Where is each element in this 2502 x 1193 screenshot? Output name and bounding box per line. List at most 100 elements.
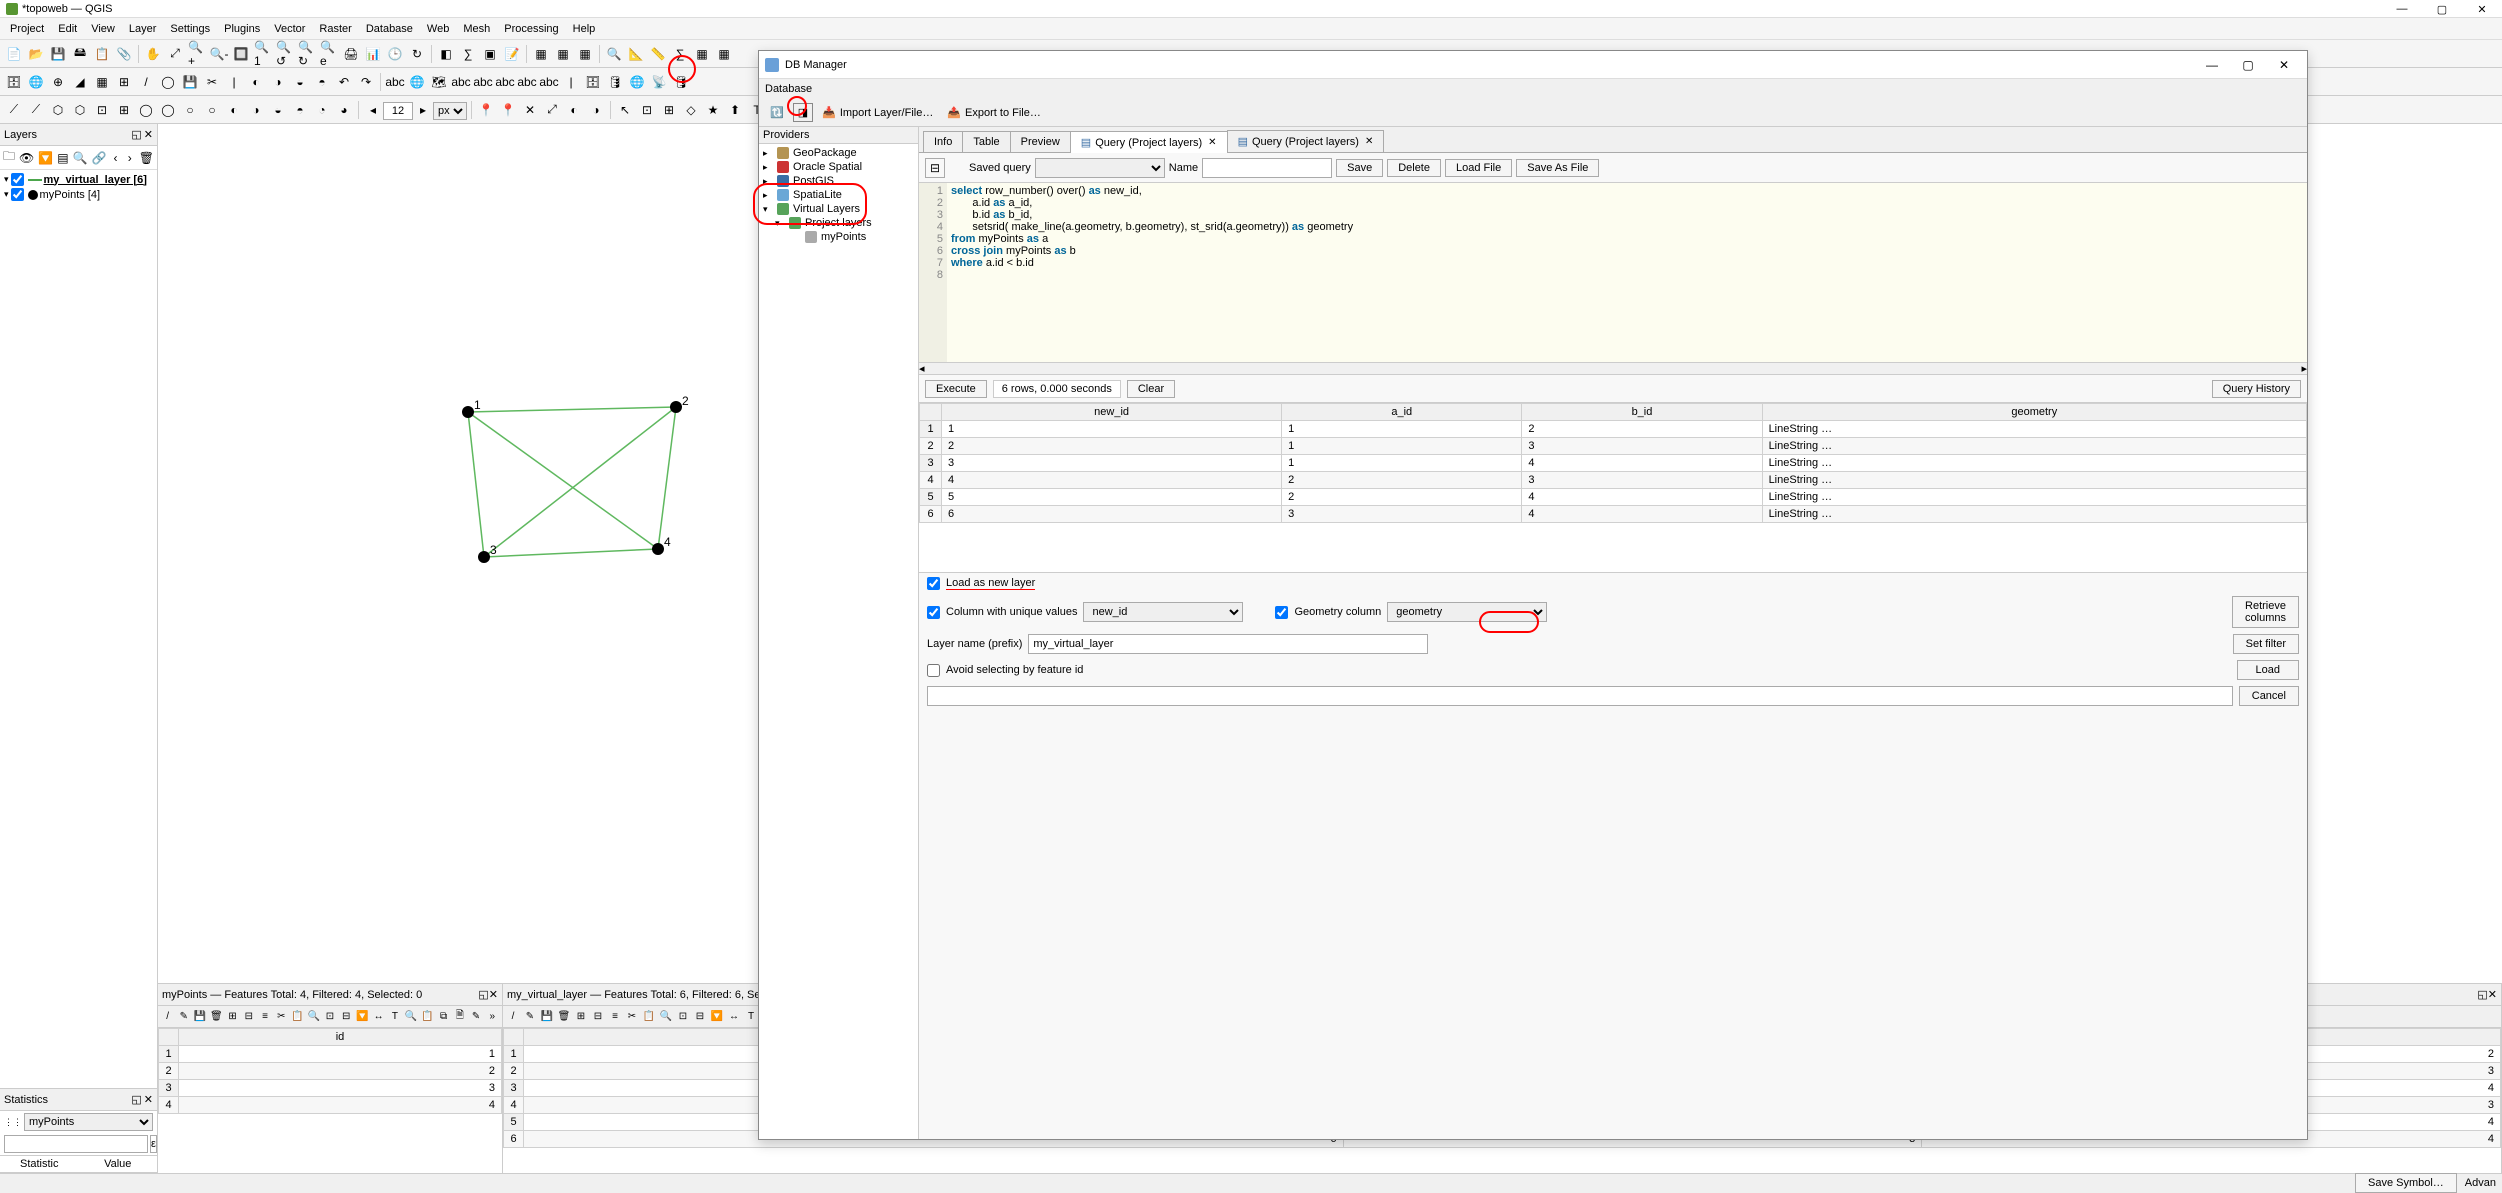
tb1e-btn-3[interactable]: ∑ [670, 44, 690, 64]
db-close-button[interactable]: ✕ [2267, 54, 2301, 76]
tb4-btn-5[interactable]: ⬆ [725, 100, 745, 120]
stats-layer-select[interactable]: myPoints [24, 1113, 153, 1131]
delete-query-button[interactable]: Delete [1387, 159, 1441, 177]
tb3a-btn-2[interactable]: ⬡ [48, 100, 68, 120]
expander-icon[interactable]: ▸ [763, 162, 773, 173]
attr2-btn-14[interactable]: T [743, 1009, 759, 1025]
db-export-button[interactable]: 📤Export to File… [942, 103, 1046, 122]
row-header[interactable]: 1 [504, 1046, 524, 1063]
tb1c-btn-3[interactable]: 📝 [502, 44, 522, 64]
attr1-btn-16[interactable]: 📋 [420, 1009, 435, 1025]
cell[interactable]: 3 [179, 1080, 502, 1097]
col-unique-select[interactable]: new_id [1083, 602, 1243, 622]
res-cell[interactable]: LineString … [1762, 438, 2306, 455]
tb2a-btn-8[interactable]: 💾 [180, 72, 200, 92]
attr1-btn-5[interactable]: ⊟ [241, 1009, 256, 1025]
menu-help[interactable]: Help [567, 21, 602, 37]
stats-expr-button[interactable]: ε [150, 1135, 157, 1153]
menu-layer[interactable]: Layer [123, 21, 163, 37]
attr2-btn-9[interactable]: 🔍 [658, 1009, 674, 1025]
tb2a-btn-12[interactable]: ◑ [268, 72, 288, 92]
attr1-grid[interactable]: id11223344 [158, 1028, 502, 1114]
res-row-header[interactable]: 4 [920, 472, 942, 489]
tb1b-btn-9[interactable]: 🖨 [341, 44, 361, 64]
res-cell[interactable]: 4 [1522, 506, 1762, 523]
tb2a-btn-9[interactable]: ✂ [202, 72, 222, 92]
tb1b-btn-7[interactable]: 🔍↻ [297, 44, 317, 64]
res-cell[interactable]: 2 [942, 438, 1282, 455]
res-row-header[interactable]: 2 [920, 438, 942, 455]
tb4-btn-0[interactable]: ↖ [615, 100, 635, 120]
attr1-btn-6[interactable]: ≡ [257, 1009, 272, 1025]
attr1-btn-17[interactable]: ⧉ [436, 1009, 451, 1025]
layer-check[interactable] [11, 173, 24, 186]
row-header[interactable]: 4 [504, 1097, 524, 1114]
hscroll-left-icon[interactable]: ◂ [919, 362, 925, 375]
res-col[interactable]: b_id [1522, 404, 1762, 421]
menu-settings[interactable]: Settings [164, 21, 216, 37]
attr2-btn-10[interactable]: ⊡ [675, 1009, 691, 1025]
attr2-btn-12[interactable]: 🔽 [709, 1009, 725, 1025]
tb3a-btn-9[interactable]: ○ [202, 100, 222, 120]
results-grid[interactable]: new_ida_idb_idgeometry1112LineString …22… [919, 403, 2307, 523]
point-4[interactable] [652, 543, 664, 555]
tb1b-btn-3[interactable]: 🔍- [209, 44, 229, 64]
attr1-btn-0[interactable]: / [160, 1009, 175, 1025]
tb1c-btn-0[interactable]: ◧ [436, 44, 456, 64]
hscroll-right-icon[interactable]: ▸ [2301, 362, 2307, 375]
row-header[interactable]: 1 [159, 1046, 179, 1063]
attr1-btn-7[interactable]: ✂ [274, 1009, 289, 1025]
tab-close-icon[interactable]: ✕ [1208, 137, 1216, 148]
attr1-btn-9[interactable]: 🔍 [306, 1009, 321, 1025]
layers-tb-btn-8[interactable]: 🗑 [138, 148, 155, 168]
execute-button[interactable]: Execute [925, 380, 987, 398]
tb1b-btn-10[interactable]: 📊 [363, 44, 383, 64]
tb1b-btn-2[interactable]: 🔍+ [187, 44, 207, 64]
attr1-btn-4[interactable]: ⊞ [225, 1009, 240, 1025]
point-2[interactable] [670, 401, 682, 413]
attr2-close-icon[interactable]: ✕ [2488, 989, 2497, 1001]
res-cell[interactable]: 5 [942, 489, 1282, 506]
stats-close-icon[interactable]: ✕ [144, 1093, 153, 1106]
provider-spatialite[interactable]: ▸SpatiaLite [761, 188, 916, 202]
res-col[interactable]: a_id [1282, 404, 1522, 421]
layer-my_virtual_layer[interactable]: ▾my_virtual_layer [6] [2, 172, 155, 187]
tb3b-btn-3[interactable]: ⤢ [542, 100, 562, 120]
tb1d-btn-1[interactable]: ▦ [553, 44, 573, 64]
menu-processing[interactable]: Processing [498, 21, 564, 37]
attr2-btn-13[interactable]: ↔ [726, 1009, 742, 1025]
layers-tb-btn-1[interactable]: 👁 [18, 148, 35, 168]
save-query-button[interactable]: Save [1336, 159, 1383, 177]
tb3a-btn-13[interactable]: ◓ [290, 100, 310, 120]
tb2b-btn-8[interactable]: | [561, 72, 581, 92]
tb3a-btn-15[interactable]: ◕ [334, 100, 354, 120]
expander-icon[interactable]: ▸ [763, 190, 773, 201]
tb1b-btn-4[interactable]: 🔲 [231, 44, 251, 64]
tb1e-btn-5[interactable]: ▦ [714, 44, 734, 64]
db-menu-database[interactable]: Database [765, 83, 812, 95]
res-row-header[interactable]: 3 [920, 455, 942, 472]
tb3a-btn-14[interactable]: ◔ [312, 100, 332, 120]
col-header[interactable]: id [179, 1029, 502, 1046]
layers-tb-btn-3[interactable]: ▤ [56, 148, 69, 168]
res-row-header[interactable]: 5 [920, 489, 942, 506]
query-history-button[interactable]: Query History [2212, 380, 2301, 398]
res-col[interactable]: new_id [942, 404, 1282, 421]
menu-database[interactable]: Database [360, 21, 419, 37]
stats-undock-icon[interactable]: ◱ [131, 1093, 141, 1106]
attr1-btn-19[interactable]: ✎ [468, 1009, 483, 1025]
attr2-btn-0[interactable]: / [505, 1009, 521, 1025]
tb2b-btn-6[interactable]: abc [517, 72, 537, 92]
res-cell[interactable]: 1 [1282, 455, 1522, 472]
row-header[interactable]: 3 [159, 1080, 179, 1097]
spin-down[interactable]: ◂ [363, 100, 383, 120]
tb3b-btn-5[interactable]: ◑ [586, 100, 606, 120]
provider-geopackage[interactable]: ▸GeoPackage [761, 146, 916, 160]
attr1-btn-10[interactable]: ⊡ [322, 1009, 337, 1025]
res-cell[interactable]: LineString … [1762, 489, 2306, 506]
tb2b-btn-3[interactable]: abc [451, 72, 471, 92]
tb2b-btn-11[interactable]: 🌐 [627, 72, 647, 92]
res-cell[interactable]: 4 [942, 472, 1282, 489]
tb2b-btn-1[interactable]: 🌐 [407, 72, 427, 92]
row-header[interactable]: 5 [504, 1114, 524, 1131]
